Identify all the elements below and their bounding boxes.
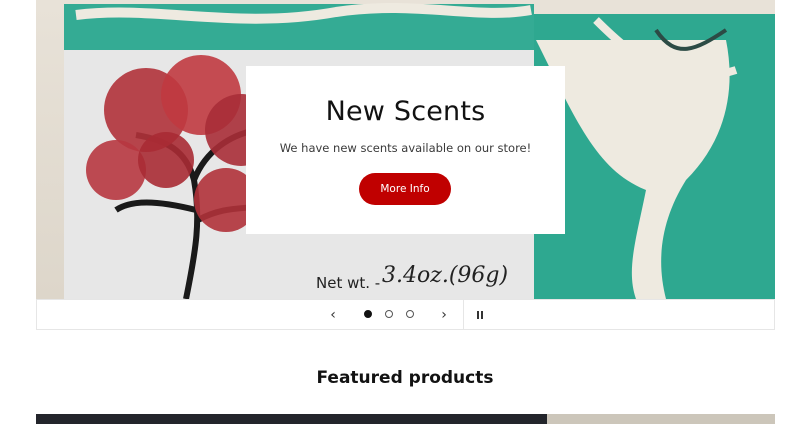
featured-products-heading: Featured products <box>316 368 494 388</box>
slide-dot-3[interactable] <box>406 310 414 318</box>
pause-icon <box>477 310 479 319</box>
more-info-button[interactable]: More Info <box>359 173 451 205</box>
chevron-left-icon: ‹ <box>330 306 336 323</box>
slideshow-controls: ‹ › <box>36 299 775 330</box>
pause-icon <box>481 310 483 319</box>
slide-dot-2[interactable] <box>385 310 393 318</box>
previous-slide-button[interactable]: ‹ <box>322 300 344 329</box>
slide-text: We have new scents available on our stor… <box>279 141 532 155</box>
slideshow: Net wt. - 3.4oz.(96g) New Scents We have… <box>36 0 775 330</box>
slide-dot-1[interactable] <box>364 310 372 318</box>
slide-heading: New Scents <box>325 96 486 127</box>
product-card-image[interactable] <box>547 414 775 424</box>
product-card-image[interactable] <box>36 414 547 424</box>
controls-divider <box>463 300 464 329</box>
label-net-weight-text: Net wt. - <box>316 274 380 292</box>
slide-content-box: New Scents We have new scents available … <box>246 66 565 234</box>
label-weight-handwriting: 3.4oz.(96g) <box>382 263 508 288</box>
chevron-right-icon: › <box>441 306 447 323</box>
pause-slideshow-button[interactable] <box>469 300 491 329</box>
slide-image: Net wt. - 3.4oz.(96g) New Scents We have… <box>36 0 775 299</box>
next-slide-button[interactable]: › <box>433 300 455 329</box>
